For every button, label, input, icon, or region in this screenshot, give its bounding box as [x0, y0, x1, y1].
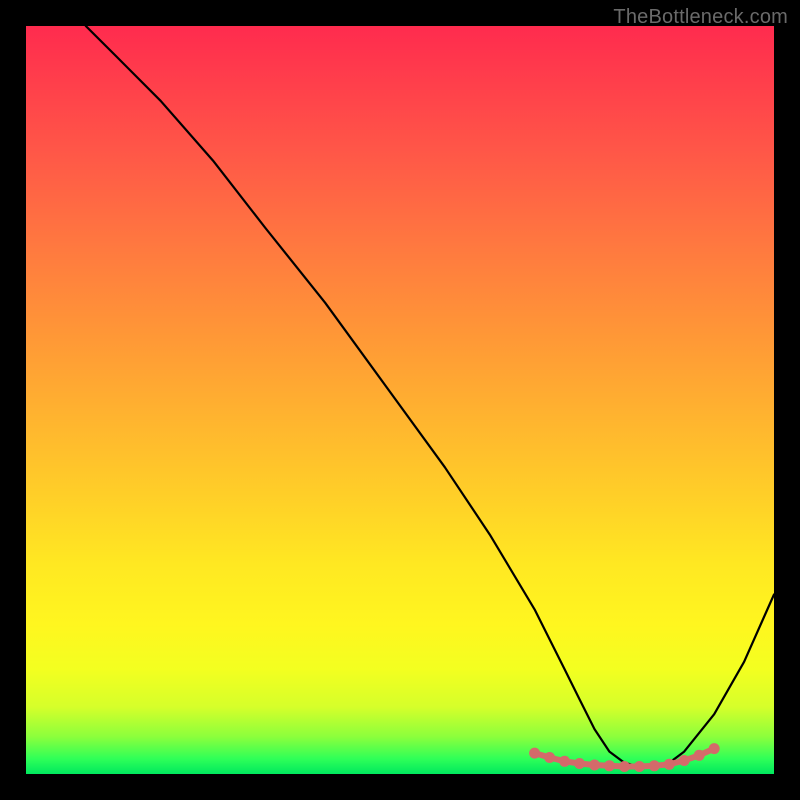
marker-dot	[634, 761, 645, 772]
marker-dot	[559, 756, 570, 767]
chart-frame: TheBottleneck.com	[0, 0, 800, 800]
marker-dot	[664, 759, 675, 770]
marker-dot	[529, 748, 540, 759]
marker-dot	[589, 760, 600, 771]
marker-dot	[574, 758, 585, 769]
marker-dot	[694, 750, 705, 761]
marker-dot	[544, 752, 555, 763]
bottleneck-curve-line	[86, 26, 774, 767]
marker-dot	[709, 743, 720, 754]
marker-dot	[679, 755, 690, 766]
marker-dot	[619, 761, 630, 772]
marker-dot	[604, 760, 615, 771]
watermark-text: TheBottleneck.com	[613, 6, 788, 29]
chart-svg	[26, 26, 774, 774]
marker-dot	[649, 760, 660, 771]
optimal-zone-markers	[529, 743, 720, 772]
plot-area	[26, 26, 774, 774]
